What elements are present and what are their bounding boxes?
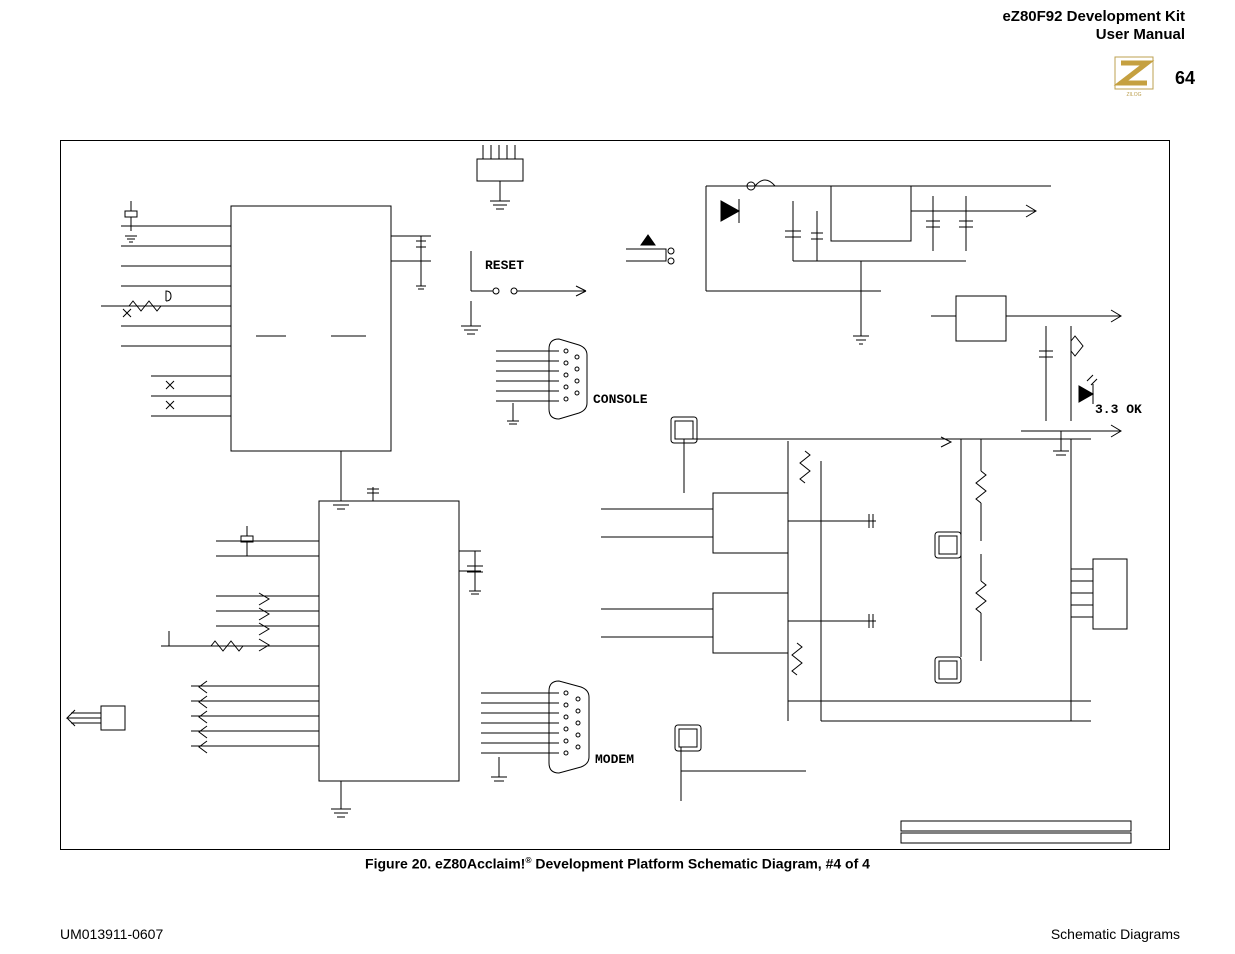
console-label: CONSOLE (593, 392, 648, 407)
uleft-pins (101, 226, 231, 416)
modem-label: MODEM (595, 752, 634, 767)
schematic-diagram: RESET CONSOLE (61, 141, 1171, 851)
page-number: 64 (1175, 68, 1195, 89)
v33-ok-label: 3.3 OK (1095, 402, 1142, 417)
doc-title: eZ80F92 Development Kit (1002, 8, 1185, 26)
schematic-frame: RESET CONSOLE (60, 140, 1170, 850)
svg-text:ZILOG: ZILOG (1126, 92, 1141, 97)
figure-caption: Figure 20. eZ80Acclaim!® Development Pla… (0, 855, 1235, 872)
header5 (477, 145, 523, 209)
doc-subtitle: User Manual (1002, 26, 1185, 44)
doc-header: eZ80F92 Development Kit User Manual (1002, 8, 1185, 44)
footer-right: Schematic Diagrams (1051, 926, 1180, 942)
modem-conn (481, 681, 589, 781)
footer-left: UM013911-0607 (60, 926, 163, 942)
console-conn (496, 339, 587, 424)
zilog-logo-icon: ZILOG (1113, 55, 1155, 97)
osc-net (601, 417, 1131, 843)
power (626, 180, 1121, 455)
reset-label: RESET (485, 258, 524, 273)
